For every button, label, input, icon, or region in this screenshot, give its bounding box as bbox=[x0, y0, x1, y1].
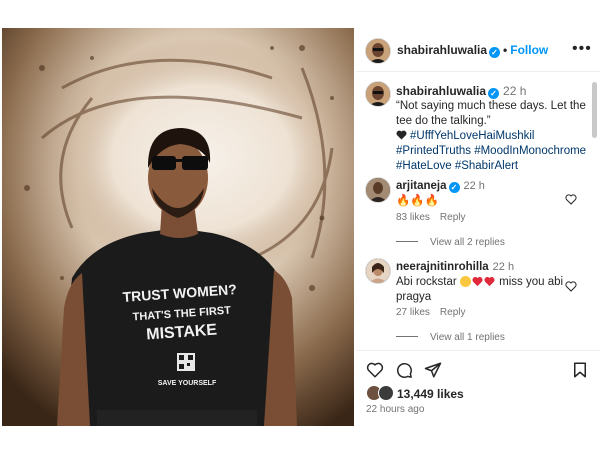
bookmark-icon[interactable] bbox=[571, 361, 589, 379]
black-heart-icon bbox=[396, 130, 407, 140]
comment-text: Abi rockstar miss you abi pragya bbox=[396, 275, 566, 305]
red-heart-icon bbox=[472, 277, 483, 287]
tshirt-line-4: SAVE YOURSELF bbox=[158, 380, 217, 387]
verified-badge-icon: ✓ bbox=[489, 47, 501, 58]
comment-time: 22 h bbox=[492, 261, 515, 273]
caption-time: 22 h bbox=[503, 84, 527, 98]
comment-likes[interactable]: 83 likes bbox=[396, 212, 430, 223]
verified-badge-icon: ✓ bbox=[488, 88, 500, 99]
header-divider bbox=[356, 71, 600, 72]
comment-like-heart-icon[interactable] bbox=[565, 281, 577, 292]
view-replies-link[interactable]: View all 2 replies bbox=[396, 237, 505, 248]
caption-hashtags: #UfffYehLoveHaiMushkil #PrintedTruths #M… bbox=[396, 129, 592, 174]
author-username[interactable]: shabirahluwalia bbox=[397, 43, 487, 57]
caption-header: shabirahluwalia ✓ 22 h bbox=[396, 84, 526, 99]
caption-quote: “Not saying much these days. Let the tee… bbox=[396, 100, 586, 127]
post-photo[interactable]: TRUST WOMEN? THAT'S THE FIRST MISTAKE SA… bbox=[2, 28, 354, 426]
hashtag-link[interactable]: #HateLove bbox=[396, 160, 452, 172]
comment-header: neerajnitinrohilla 22 h bbox=[396, 261, 514, 273]
view-replies-link[interactable]: View all 1 replies bbox=[396, 332, 505, 343]
likes-count[interactable]: 13,449 likes bbox=[397, 387, 464, 401]
comment-time: 22 h bbox=[463, 180, 485, 192]
hashtag-link[interactable]: #ShabirAlert bbox=[455, 160, 518, 172]
post-timestamp: 22 hours ago bbox=[366, 404, 425, 415]
liker-avatars bbox=[366, 385, 394, 401]
caption-avatar[interactable] bbox=[366, 82, 390, 106]
follow-button[interactable]: Follow bbox=[510, 43, 548, 57]
reply-button[interactable]: Reply bbox=[440, 212, 466, 223]
comment-text: 🔥🔥🔥 bbox=[396, 195, 439, 207]
actions-divider bbox=[356, 350, 600, 351]
verified-badge-icon: ✓ bbox=[448, 182, 460, 193]
comment-username[interactable]: neerajnitinrohilla bbox=[396, 261, 489, 273]
comment-avatar[interactable] bbox=[366, 178, 390, 202]
post-header: shabirahluwalia ✓ • Follow bbox=[397, 43, 549, 58]
red-heart-icon bbox=[484, 277, 495, 287]
comment-meta: 27 likes Reply bbox=[396, 307, 475, 318]
send-icon[interactable] bbox=[424, 361, 442, 379]
hashtag-link[interactable]: #PrintedTruths bbox=[396, 145, 471, 157]
heart-icon[interactable] bbox=[366, 361, 384, 379]
comment-icon[interactable] bbox=[395, 361, 413, 379]
comment-meta: 83 likes Reply bbox=[396, 212, 475, 223]
comments-scrollbar[interactable] bbox=[592, 82, 597, 138]
hashtag-link[interactable]: #UfffYehLoveHaiMushkil bbox=[410, 130, 534, 142]
caption-username[interactable]: shabirahluwalia bbox=[396, 84, 486, 98]
hashtag-link[interactable]: #MoodInMonochrome bbox=[474, 145, 586, 157]
comment-avatar[interactable] bbox=[366, 259, 390, 283]
comment-header: arjitaneja ✓ 22 h bbox=[396, 180, 485, 193]
comment-likes[interactable]: 27 likes bbox=[396, 307, 430, 318]
grinning-face-icon bbox=[459, 276, 471, 287]
comment-text-start: Abi rockstar bbox=[396, 276, 457, 288]
reply-button[interactable]: Reply bbox=[440, 307, 466, 318]
more-options-icon[interactable]: ••• bbox=[572, 40, 592, 58]
caption-text: “Not saying much these days. Let the tee… bbox=[396, 99, 592, 174]
author-avatar[interactable] bbox=[366, 39, 390, 63]
comment-username[interactable]: arjitaneja bbox=[396, 180, 447, 192]
comment-like-heart-icon[interactable] bbox=[565, 194, 577, 205]
